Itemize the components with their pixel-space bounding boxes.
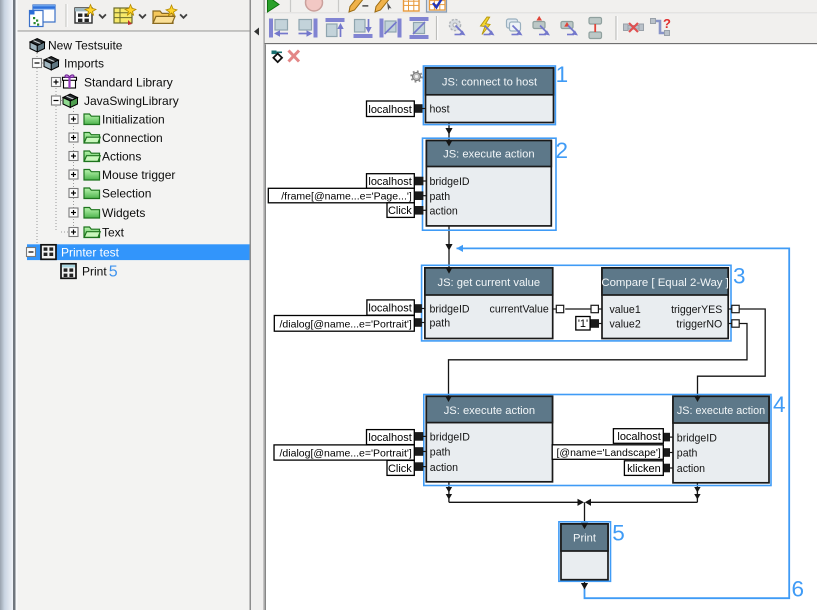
svg-text:JS: execute action: JS: execute action: [444, 405, 535, 417]
svg-text:Actions: Actions: [102, 150, 141, 164]
svg-text:path: path: [430, 191, 451, 203]
svg-text:bridgeID: bridgeID: [677, 432, 717, 444]
svg-text:path: path: [677, 448, 698, 460]
svg-text:Print: Print: [82, 265, 107, 279]
svg-text:action: action: [430, 462, 458, 474]
svg-text:Click: Click: [388, 463, 412, 475]
svg-text:JS: get current value: JS: get current value: [437, 277, 540, 289]
svg-text:bridgeID: bridgeID: [430, 432, 470, 444]
svg-text:/dialog[@name...e='Portrait']: /dialog[@name...e='Portrait']: [280, 448, 412, 460]
svg-text:action: action: [677, 463, 705, 475]
svg-text:/frame[@name...e='Page...']: /frame[@name...e='Page...']: [281, 191, 412, 203]
svg-text:localhost: localhost: [368, 432, 411, 444]
svg-text:path: path: [430, 318, 451, 330]
svg-text:JavaSwingLibrary: JavaSwingLibrary: [84, 94, 179, 108]
svg-text:triggerYES: triggerYES: [671, 304, 722, 316]
svg-text:currentValue: currentValue: [490, 304, 549, 316]
svg-text:bridgeID: bridgeID: [430, 304, 470, 316]
svg-text:[@name='Landscape']: [@name='Landscape']: [557, 447, 661, 459]
svg-text:2: 2: [556, 138, 569, 163]
svg-text:?: ?: [663, 16, 671, 31]
svg-text:Connection: Connection: [102, 131, 163, 145]
svg-text:value2: value2: [610, 319, 641, 331]
svg-text:4: 4: [773, 392, 786, 417]
svg-text:Imports: Imports: [64, 57, 104, 71]
svg-text:Click: Click: [388, 205, 412, 217]
svg-text:klicken: klicken: [627, 463, 661, 475]
svg-text:Print: Print: [573, 533, 597, 545]
svg-text:5: 5: [109, 264, 118, 281]
svg-text:localhost: localhost: [368, 303, 411, 315]
svg-text:/dialog[@name...e='Portrait']: /dialog[@name...e='Portrait']: [280, 318, 412, 330]
svg-text:3: 3: [733, 263, 746, 288]
svg-text:New Testsuite: New Testsuite: [48, 39, 123, 53]
svg-text:triggerNO: triggerNO: [676, 319, 722, 331]
svg-text:localhost: localhost: [617, 431, 660, 443]
svg-text:JS: execute action: JS: execute action: [443, 149, 534, 161]
svg-text:bridgeID: bridgeID: [430, 176, 470, 188]
svg-text:Standard Library: Standard Library: [84, 76, 173, 90]
svg-text:localhost: localhost: [368, 176, 411, 188]
svg-text:1: 1: [556, 62, 569, 87]
svg-text:Initialization: Initialization: [102, 113, 165, 127]
svg-text:5: 5: [612, 520, 625, 545]
svg-text:path: path: [430, 447, 451, 459]
svg-text:–: –: [362, 0, 369, 12]
svg-text:Text: Text: [102, 226, 125, 240]
svg-text:JS: execute action: JS: execute action: [677, 405, 765, 417]
svg-text:6: 6: [792, 576, 805, 601]
svg-text:action: action: [430, 206, 458, 218]
svg-text:'1': '1': [578, 318, 588, 330]
svg-text:JS: connect to host: JS: connect to host: [442, 77, 538, 89]
svg-text:Widgets: Widgets: [102, 206, 145, 220]
svg-text:localhost: localhost: [368, 104, 411, 116]
svg-text:Selection: Selection: [102, 187, 151, 201]
svg-text:value1: value1: [610, 304, 641, 316]
svg-text:Printer test: Printer test: [61, 246, 120, 260]
svg-text:Compare [ Equal 2-Way ]: Compare [ Equal 2-Way ]: [601, 277, 728, 289]
svg-text:host: host: [430, 104, 450, 116]
svg-text:Mouse trigger: Mouse trigger: [102, 168, 175, 182]
